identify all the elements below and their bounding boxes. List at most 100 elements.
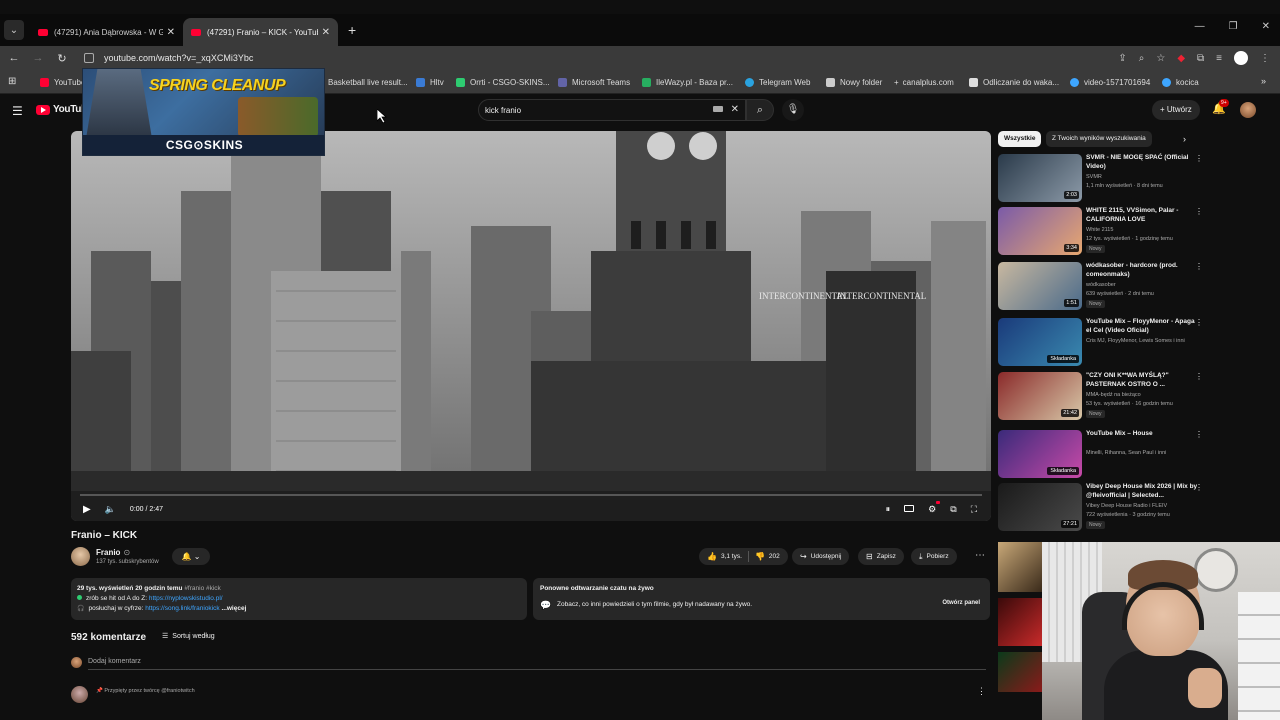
description-link[interactable]: https://song.link/franiokick xyxy=(145,605,219,612)
autoplay-toggle-icon[interactable]: ⏸ xyxy=(886,504,891,515)
subtitles-icon[interactable] xyxy=(904,504,915,512)
miniplayer-icon[interactable]: ⧉ xyxy=(950,504,956,515)
bookmark-item[interactable]: Microsoft Teams xyxy=(558,78,630,87)
reload-icon[interactable]: ↻ xyxy=(52,52,72,65)
search-input[interactable]: kick franio ✕ xyxy=(478,99,746,121)
recommendation-thumbnail[interactable]: 27:21 xyxy=(998,483,1082,531)
bookmark-item[interactable]: Nowy folder xyxy=(826,78,882,87)
minimize-icon[interactable]: — xyxy=(1195,21,1205,32)
voice-search-button[interactable]: 🎙 xyxy=(782,99,804,121)
recommendation-menu-icon[interactable]: ⋮ xyxy=(1195,262,1203,271)
thumbnail-partial[interactable] xyxy=(998,542,1042,592)
site-info-icon[interactable] xyxy=(84,53,94,63)
menu-kebab-icon[interactable]: ⋮ xyxy=(1260,53,1270,64)
recommendation-item[interactable]: 27:21 Vibey Deep House Mix 2026 | Mix by … xyxy=(998,483,1203,537)
recommendation-thumbnail[interactable]: 3:34 xyxy=(998,207,1082,255)
recommendation-title[interactable]: wódkasober - hardcore (prod. comeonmaks) xyxy=(1086,262,1198,279)
recommendation-channel[interactable]: Minelli, Rihanna, Sean Paul i inni xyxy=(1086,449,1198,457)
recommendation-item[interactable]: 2:03 SVMR - NIE MOGĘ SPAĆ (Official Video… xyxy=(998,154,1203,208)
recommendation-menu-icon[interactable]: ⋮ xyxy=(1195,318,1203,327)
hashtags[interactable]: #franio #kick xyxy=(184,585,221,592)
close-icon[interactable]: ✕ xyxy=(167,27,175,38)
recommendation-menu-icon[interactable]: ⋮ xyxy=(1195,154,1203,163)
bookmark-star-icon[interactable]: ☆ xyxy=(1156,53,1165,64)
volume-icon[interactable]: 🔈 xyxy=(105,504,116,515)
recommendation-title[interactable]: SVMR - NIE MOGĘ SPAĆ (Official Video) xyxy=(1086,154,1198,171)
tab-active[interactable]: (47291) Franio – KICK - YouTube ✕ xyxy=(183,18,338,46)
recommendation-menu-icon[interactable]: ⋮ xyxy=(1195,207,1203,216)
description-link[interactable]: https://nyplowskistudio.pl/ xyxy=(149,595,223,602)
play-icon[interactable]: ▶ xyxy=(83,504,91,515)
bookmark-item[interactable]: Odliczanie do waka... xyxy=(969,78,1059,87)
comment-menu-icon[interactable]: ⋮ xyxy=(977,686,986,697)
tab-inactive[interactable]: (47291) Ania Dąbrowska - W Gł ✕ xyxy=(30,18,183,46)
recommendation-thumbnail[interactable]: 21:42 xyxy=(998,372,1082,420)
like-count[interactable]: 3,1 tys. xyxy=(721,553,742,560)
bookmark-item[interactable]: IleWazy.pl - Baza pr... xyxy=(642,78,733,87)
share-button[interactable]: ↪ Udostępnij xyxy=(792,548,850,565)
dislike-count[interactable]: 202 xyxy=(769,553,780,560)
sort-comments-button[interactable]: ☰ Sortuj według xyxy=(162,632,215,640)
recommendation-channel[interactable]: wódkasober xyxy=(1086,281,1198,289)
back-icon[interactable]: ← xyxy=(4,52,24,64)
recommendation-title[interactable]: YouTube Mix – House xyxy=(1086,430,1198,439)
fullscreen-icon[interactable]: ⛶ xyxy=(971,504,977,515)
apps-grid-icon[interactable]: ⊞ xyxy=(8,76,16,87)
thumbs-down-icon[interactable]: 👎 xyxy=(755,552,765,561)
settings-gear-icon[interactable]: ⚙ xyxy=(928,500,941,515)
recommendation-item[interactable]: 3:34 WHITE 2115, VVSimon, Palar - CALIFOR… xyxy=(998,207,1203,261)
close-window-icon[interactable]: ✕ xyxy=(1262,21,1270,32)
close-icon[interactable]: ✕ xyxy=(322,27,330,38)
recommendation-menu-icon[interactable]: ⋮ xyxy=(1195,483,1203,492)
save-button[interactable]: ⊟ Zapisz xyxy=(858,548,904,565)
clear-search-icon[interactable]: ✕ xyxy=(731,104,739,115)
profile-icon[interactable] xyxy=(1234,51,1248,65)
zoom-icon[interactable]: ⌕ xyxy=(1139,53,1145,64)
recommendation-channel[interactable]: SVMR xyxy=(1086,173,1198,181)
recommendation-item[interactable]: Składanka YouTube Mix – FloyyMenor - Apag… xyxy=(998,318,1203,372)
description-box[interactable]: 29 tys. wyświetleń 20 godzin temu #frani… xyxy=(71,578,527,620)
recommendation-item[interactable]: 21:42 "CZY ONI K**WA MYŚLĄ?" PASTERNAK OS… xyxy=(998,372,1203,426)
keyboard-icon[interactable] xyxy=(713,106,723,112)
bookmark-item[interactable]: Basketball live result... xyxy=(328,78,408,87)
recommendation-title[interactable]: Vibey Deep House Mix 2026 | Mix by @flei… xyxy=(1086,483,1198,500)
recommendation-channel[interactable]: MMA-będź na bieżąco xyxy=(1086,391,1198,399)
extension-red-icon[interactable]: ◆ xyxy=(1177,53,1185,64)
media-icon[interactable]: ≡ xyxy=(1216,53,1222,64)
bookmark-item[interactable]: Telegram Web xyxy=(745,78,810,87)
recommendation-menu-icon[interactable]: ⋮ xyxy=(1195,372,1203,381)
recommendation-thumbnail[interactable]: 2:03 xyxy=(998,154,1082,202)
recommendation-item[interactable]: Składanka YouTube Mix – House Minelli, Rih… xyxy=(998,430,1203,484)
account-avatar[interactable] xyxy=(1240,102,1256,118)
commenter-avatar[interactable] xyxy=(71,686,88,703)
download-button[interactable]: ⤓ Pobierz xyxy=(911,548,957,565)
extensions-puzzle-icon[interactable]: ⧉ xyxy=(1197,53,1204,64)
tab-search-button[interactable]: ⌄ xyxy=(4,20,24,40)
bookmark-item[interactable]: Hltv xyxy=(416,78,444,87)
create-button[interactable]: + Utwórz xyxy=(1152,100,1200,120)
new-tab-button[interactable]: + xyxy=(348,22,356,38)
bookmark-item[interactable]: video-1571701694 xyxy=(1070,78,1150,87)
recommendation-channel[interactable]: Vibey Deep House Radio i FLEIV xyxy=(1086,502,1198,510)
chevron-right-icon[interactable]: › xyxy=(1183,134,1186,144)
forward-icon[interactable]: → xyxy=(28,52,48,64)
video-player[interactable]: INTERCONTINENTAL INTERCONTINENTAL xyxy=(71,131,991,521)
bookmark-item[interactable]: Orrti - CSGO-SKINS... xyxy=(456,78,550,87)
chip-all[interactable]: Wszystkie xyxy=(998,131,1042,147)
recommendation-title[interactable]: WHITE 2115, VVSimon, Palar - CALIFORNIA … xyxy=(1086,207,1198,224)
recommendation-channel[interactable]: White 2115 xyxy=(1086,226,1198,234)
search-button[interactable]: ⌕ xyxy=(746,99,774,121)
hamburger-menu-icon[interactable]: ☰ xyxy=(12,104,23,118)
more-actions-icon[interactable]: ⋯ xyxy=(975,550,985,561)
recommendation-thumbnail[interactable]: Składanka xyxy=(998,430,1082,478)
thumbnail-partial[interactable] xyxy=(998,652,1042,692)
recommendation-thumbnail[interactable]: Składanka xyxy=(998,318,1082,366)
open-panel-button[interactable]: Otwórz panel xyxy=(942,600,980,606)
recommendation-channel[interactable]: Cris MJ, FloyyMenor, Lewis Somes i inni xyxy=(1086,337,1198,345)
recommendation-title[interactable]: YouTube Mix – FloyyMenor - Apaga el Cel … xyxy=(1086,318,1198,335)
bookmark-item[interactable]: YouTube xyxy=(40,78,85,87)
notifications-button[interactable]: 🔔 9+ xyxy=(1212,99,1229,115)
chip-from-search[interactable]: Z Twoich wyników wyszukiwania xyxy=(1046,131,1152,147)
show-more-link[interactable]: ...więcej xyxy=(221,605,246,612)
recommendation-menu-icon[interactable]: ⋮ xyxy=(1195,430,1203,439)
